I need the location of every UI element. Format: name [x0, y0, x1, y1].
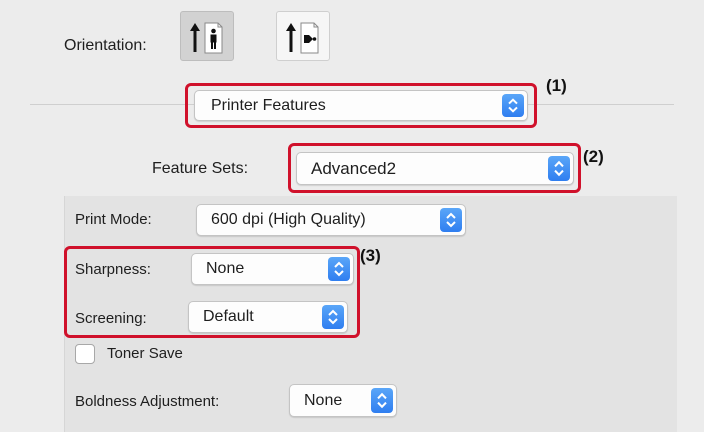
callout-2: (2): [583, 147, 604, 166]
print-mode-value: 600 dpi (High Quality): [211, 211, 366, 228]
feature-sets-label: Feature Sets:: [152, 160, 249, 177]
landscape-orientation-button[interactable]: [276, 11, 330, 61]
portrait-orientation-icon: [190, 22, 223, 54]
highlight-box-1: [185, 83, 537, 128]
highlight-box-2: [288, 143, 581, 193]
callout-1: (1): [546, 76, 567, 95]
boldness-popup[interactable]: None: [289, 384, 397, 417]
orientation-label: Orientation:: [64, 37, 147, 54]
updown-chevron-icon: [440, 208, 462, 232]
portrait-orientation-button[interactable]: [180, 11, 234, 61]
print-mode-label: Print Mode:: [75, 211, 152, 228]
landscape-orientation-icon: [286, 22, 319, 54]
boldness-value: None: [304, 391, 343, 409]
print-mode-popup[interactable]: 600 dpi (High Quality): [196, 204, 466, 236]
toner-save-checkbox[interactable]: [75, 344, 95, 364]
callout-3: (3): [360, 246, 381, 265]
updown-chevron-icon: [371, 388, 393, 413]
toner-save-label: Toner Save: [107, 345, 183, 362]
boldness-label: Boldness Adjustment:: [75, 393, 220, 410]
highlight-box-3: [64, 246, 360, 338]
